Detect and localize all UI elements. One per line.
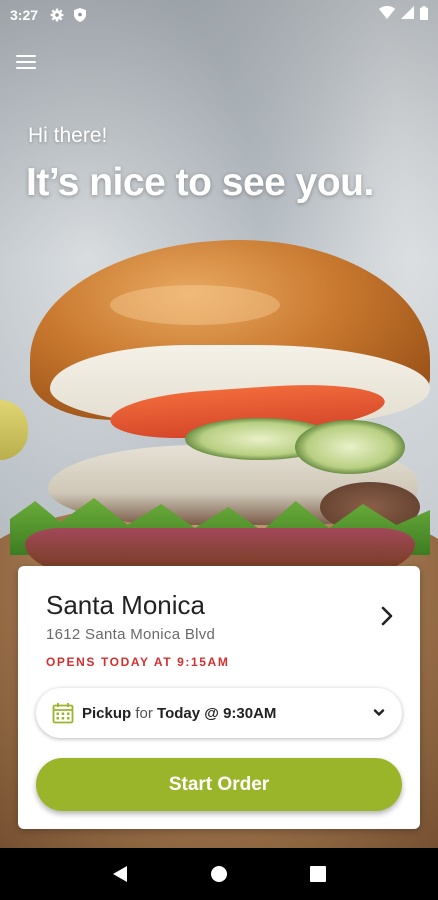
status-bar: 3:27 [0,0,438,30]
menu-line [16,55,36,57]
hamburger-menu-icon[interactable] [16,50,40,74]
status-time: 3:27 [10,7,39,23]
menu-line [16,67,36,69]
chevron-right-icon [381,606,393,626]
location-card: Santa Monica 1612 Santa Monica Blvd OPEN… [18,566,420,829]
burger-bun-shine [110,285,280,325]
shield-icon [74,8,87,22]
status-right [379,5,428,25]
home-icon[interactable] [204,859,234,889]
recents-icon[interactable] [303,859,333,889]
wifi-icon [379,6,395,24]
calendar-icon [52,703,74,724]
opening-status: OPENS TODAY AT 9:15AM [46,655,230,669]
pickup-time: Today @ 9:30AM [157,704,277,722]
app-screen: 3:27 Hi there! It’s nice to see you. San… [0,0,438,848]
gear-icon [50,8,64,22]
system-nav-bar [0,848,438,900]
headline-text: It’s nice to see you. [26,161,374,204]
location-name: Santa Monica [46,590,205,620]
pickup-time-selector[interactable]: Pickup for Today @ 9:30AM [36,688,402,738]
back-icon[interactable] [105,859,135,889]
chevron-down-icon [373,709,385,716]
location-selector[interactable]: Santa Monica 1612 Santa Monica Blvd OPEN… [18,566,420,676]
pickup-mode: Pickup [82,704,132,722]
start-order-button[interactable]: Start Order [36,758,402,811]
signal-icon [401,6,414,24]
pickup-summary: Pickup for Today @ 9:30AM [82,705,276,722]
greeting-text: Hi there! [28,124,108,147]
pickup-for-label: for [135,704,153,722]
location-address: 1612 Santa Monica Blvd [46,626,216,643]
burger-pickle [295,420,405,474]
menu-line [16,61,36,63]
battery-icon [420,5,428,25]
